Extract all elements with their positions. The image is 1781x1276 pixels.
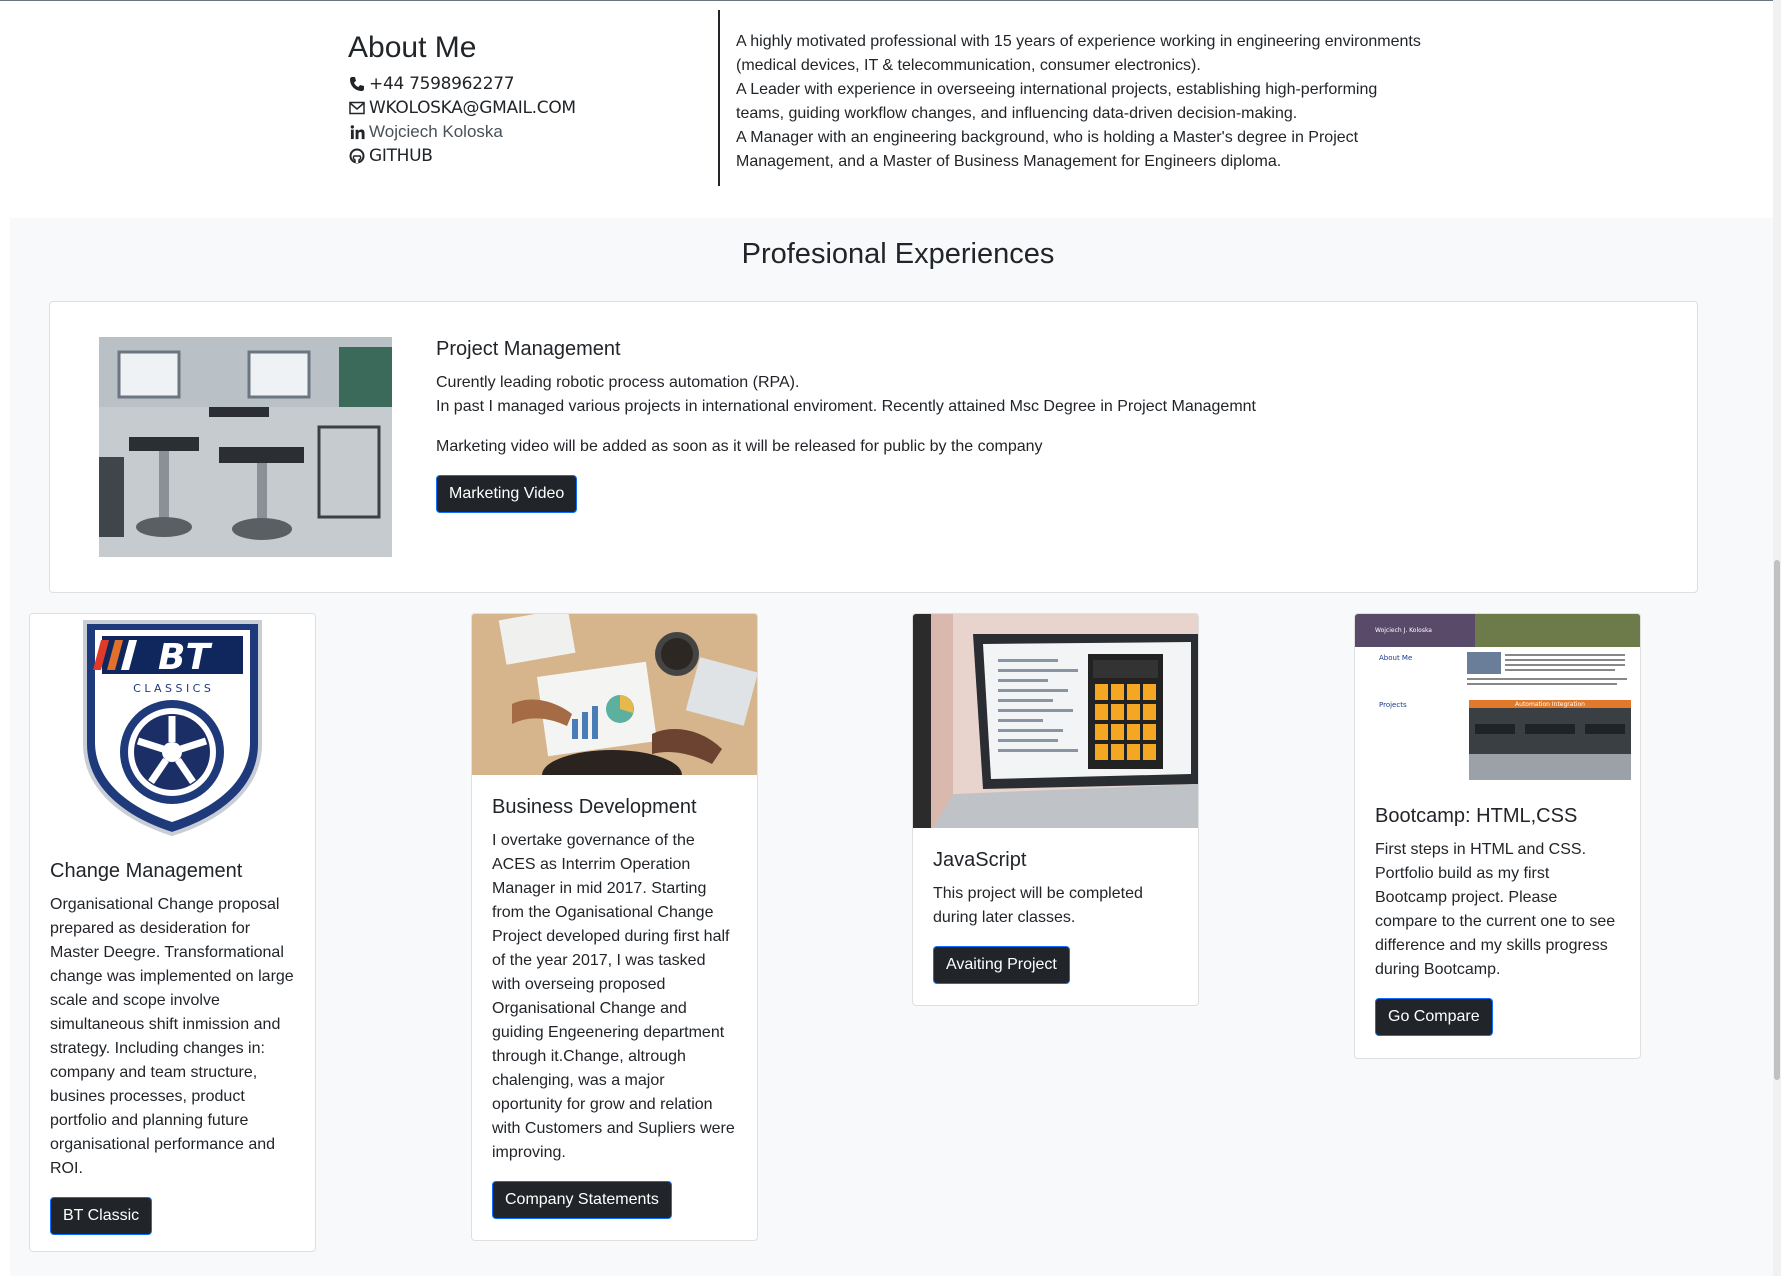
about-line: (medical devices, IT & telecommunication… — [736, 57, 1201, 74]
about-line: Management, and a Master of Business Man… — [736, 153, 1282, 170]
envelope-icon — [348, 99, 366, 117]
avaiting-project-button[interactable]: Avaiting Project — [933, 946, 1070, 984]
about-description: A highly motivated professional with 15 … — [736, 30, 1436, 174]
feature-note: Marketing video will be added as soon as… — [436, 438, 1043, 455]
card-bootcamp: Wojciech J. Koloska About Me Projects Au… — [1354, 613, 1641, 1059]
feature-body: Project Management Curently leading robo… — [436, 337, 1536, 513]
bt-classic-button[interactable]: BT Classic — [50, 1197, 153, 1235]
card-text: This project will be completed during la… — [933, 885, 1143, 926]
card-body: Business Development I overtake governan… — [472, 775, 757, 1239]
about-divider — [718, 10, 720, 186]
github-link[interactable]: GITHUB — [348, 144, 708, 168]
card-body: Change Management Organisational Change … — [30, 839, 315, 1251]
bt-classics-logo: BT C L A S S I C S — [30, 614, 315, 839]
email-address: WKOLOSKA@GMAIL.COM — [369, 98, 576, 118]
feature-title: Project Management — [436, 338, 621, 360]
card-text: Organisational Change proposal prepared … — [50, 896, 294, 1177]
laptop-calculator-photo — [913, 614, 1198, 828]
scrollbar-thumb[interactable] — [1774, 560, 1780, 1080]
experiences-title: Profesional Experiences — [741, 238, 1055, 270]
card-text: I overtake governance of the ACES as Int… — [492, 832, 735, 1161]
about-title: About Me — [348, 31, 477, 64]
about-contact: About Me +44 7598962277 WKOLOSKA@GMAIL.C… — [348, 30, 708, 168]
feature-line-2: In past I managed various projects in in… — [436, 398, 1256, 415]
phone-number: +44 7598962277 — [369, 74, 515, 94]
phone-link[interactable]: +44 7598962277 — [348, 72, 708, 96]
bt-logo-letters: BT — [158, 637, 212, 678]
marketing-video-button[interactable]: Marketing Video — [436, 475, 578, 513]
card-javascript: JavaScript This project will be complete… — [912, 613, 1199, 1006]
linkedin-name: Wojciech Koloska — [369, 122, 503, 141]
card-body: Bootcamp: HTML,CSS First steps in HTML a… — [1355, 784, 1640, 1056]
company-statements-button[interactable]: Company Statements — [492, 1181, 672, 1219]
github-icon — [348, 147, 366, 165]
linkedin-link[interactable]: Wojciech Koloska — [348, 120, 708, 144]
card-business-development: Business Development I overtake governan… — [471, 613, 758, 1241]
phone-icon — [348, 75, 366, 93]
about-line: teams, guiding workflow changes, and inf… — [736, 105, 1298, 122]
thumb-projects-label: Projects — [1379, 701, 1407, 709]
github-label: GITHUB — [369, 146, 433, 166]
feature-line-1: Curently leading robotic process automat… — [436, 374, 800, 391]
about-line: A Leader with experience in overseeing i… — [736, 81, 1378, 98]
card-title: Business Development — [492, 796, 697, 818]
card-body: JavaScript This project will be complete… — [913, 828, 1198, 1004]
about-line: A highly motivated professional with 15 … — [736, 33, 1421, 50]
robot-workstation-photo — [99, 337, 392, 557]
about-line: A Manager with an engineering background… — [736, 129, 1359, 146]
top-border — [0, 0, 1781, 1]
card-text: First steps in HTML and CSS. Portfolio b… — [1375, 841, 1616, 978]
linkedin-icon — [348, 123, 366, 141]
feature-card-project-management: Project Management Curently leading robo… — [49, 301, 1698, 593]
card-change-management: BT C L A S S I C S Change Management Org… — [29, 613, 316, 1252]
business-meeting-photo — [472, 614, 757, 775]
page-scrollbar[interactable] — [1773, 0, 1781, 1276]
go-compare-button[interactable]: Go Compare — [1375, 998, 1493, 1036]
card-title: Change Management — [50, 860, 243, 882]
card-title: Bootcamp: HTML,CSS — [1375, 805, 1578, 827]
thumb-site-name: Wojciech J. Koloska — [1375, 627, 1432, 634]
card-title: JavaScript — [933, 849, 1027, 871]
thumb-banner: Automation Integration — [1515, 701, 1585, 708]
thumb-about-label: About Me — [1379, 654, 1412, 662]
old-portfolio-screenshot: Wojciech J. Koloska About Me Projects Au… — [1355, 614, 1640, 784]
bt-logo-subtitle: C L A S S I C S — [133, 682, 211, 695]
email-link[interactable]: WKOLOSKA@GMAIL.COM — [348, 96, 708, 120]
